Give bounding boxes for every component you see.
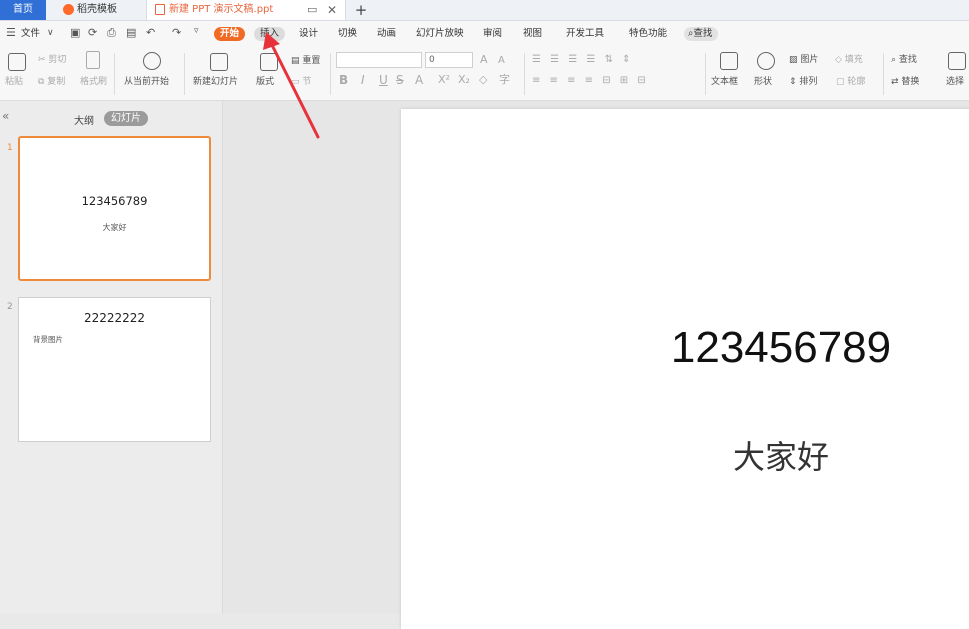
find-button[interactable]: ⌕ 查找 [891,54,917,66]
new-tab-button[interactable]: + [352,0,370,20]
superscript-icon[interactable]: X² [438,74,450,86]
menu-bar: ☰ 文件 ∨ ▣ ⟳ ⎙ ▤ ↶ ↷ ▿ 开始 插入 设计 切换 动画 幻灯片放… [0,21,969,47]
reset-button[interactable]: ▤ 重置 [291,55,320,67]
divider [705,53,706,95]
shape-icon[interactable] [757,52,775,70]
select-button[interactable]: 选择 [946,76,964,88]
paste-button[interactable]: 粘贴 [5,76,23,88]
subscript-icon[interactable]: X₂ [458,74,470,86]
play-from-current-button[interactable]: 从当前开始 [124,76,169,88]
print-icon[interactable]: ⎙ [107,26,116,40]
select-icon[interactable] [948,52,966,70]
monitor-icon[interactable]: ▭ [307,0,317,20]
slide-thumbnail-1[interactable]: 123456789 大家好 [18,136,211,281]
tab-document[interactable]: 新建 PPT 演示文稿.ppt ▭ ✕ [146,0,346,20]
outline-button[interactable]: ▢ 轮廓 [836,76,865,88]
thumb-title: 22222222 [83,311,146,325]
more-dropdown-icon[interactable]: ▿ [194,26,199,36]
char-spacing-icon[interactable]: 字 [499,74,510,86]
paste-icon[interactable] [8,53,26,71]
font-name-field[interactable] [336,52,422,68]
tab-template-label: 稻壳模板 [77,4,117,15]
arrange-button[interactable]: ⇕ 排列 [789,76,817,88]
format-painter-button[interactable]: 格式刷 [80,76,107,88]
docer-logo-icon [63,4,74,15]
replace-button[interactable]: ⇄ 替换 [891,76,919,88]
hamburger-menu-icon[interactable]: ☰ [6,26,16,39]
shape-button[interactable]: 形状 [754,76,772,88]
italic-icon[interactable]: I [361,74,365,86]
new-slide-button[interactable]: 新建幻灯片 [193,76,238,88]
thumb-title: 123456789 [81,194,148,208]
undo-icon[interactable]: ↶ [146,26,155,39]
slide-thumbnail-2[interactable]: 22222222 背景图片 [18,297,211,442]
cut-button[interactable]: ✂ 剪切 [38,54,66,66]
ppt-file-icon [155,4,165,15]
divider [330,53,331,95]
layout-icon[interactable] [260,53,278,71]
increase-font-icon[interactable]: A [480,54,488,66]
tab-template[interactable]: 稻壳模板 [58,0,144,20]
divider [114,53,115,95]
slide-editor-canvas: 123456789 大家好 [223,101,969,629]
slide-number: 1 [7,143,13,153]
slides-tab[interactable]: 幻灯片 [104,111,148,126]
preview-icon[interactable]: ▤ [126,26,136,39]
output-icon[interactable]: ⟳ [88,26,97,39]
paragraph-tools-row2[interactable]: ≡ ≡ ≡ ≡ ⊟ ⊞ ⊟ [532,75,649,87]
slide-subtitle[interactable]: 大家好 [401,432,969,478]
underline-icon[interactable]: U [379,74,388,86]
font-color-icon[interactable]: A [415,74,423,86]
strikethrough-icon[interactable]: S [396,74,404,86]
tab-animation[interactable]: 动画 [377,27,396,41]
tab-design[interactable]: 设计 [299,27,318,41]
clear-format-icon[interactable]: ◇ [479,74,487,86]
new-slide-icon[interactable] [210,53,228,71]
tab-special[interactable]: 特色功能 [629,27,667,41]
tab-view[interactable]: 视图 [523,27,542,41]
paragraph-tools-row1[interactable]: ☰ ☰ ☰ ☰ ⇅ ⇕ [532,54,634,66]
title-tab-bar: 首页 稻壳模板 新建 PPT 演示文稿.ppt ▭ ✕ + [0,0,969,21]
text-box-button[interactable]: 文本框 [711,76,738,88]
tab-review[interactable]: 审阅 [483,27,502,41]
tab-insert[interactable]: 插入 [254,27,286,41]
search-label: 查找 [693,28,713,39]
close-tab-icon[interactable]: ✕ [327,0,337,20]
current-slide[interactable]: 123456789 大家好 [401,109,969,629]
slide-panel: « 大纲 幻灯片 1 123456789 大家好 2 22222222 背景图片 [0,101,223,613]
divider [883,53,884,95]
layout-button[interactable]: 版式 [256,76,274,88]
text-box-icon[interactable] [720,52,738,70]
tab-start[interactable]: 开始 [214,27,246,41]
tab-document-label: 新建 PPT 演示文稿.ppt [169,4,274,15]
tab-developer[interactable]: 开发工具 [566,27,604,41]
slide-number: 2 [7,302,13,312]
thumb-subtitle: 背景图片 [33,335,63,344]
tab-slideshow[interactable]: 幻灯片放映 [416,27,464,41]
fill-button[interactable]: ◇ 填充 [835,54,863,66]
picture-button[interactable]: ▨ 图片 [789,54,818,66]
chevron-down-icon[interactable]: ∨ [47,28,54,38]
font-size-field[interactable]: 0 [425,52,473,68]
save-icon[interactable]: ▣ [70,26,80,39]
slide-title[interactable]: 123456789 [401,323,969,373]
thumb-subtitle: 大家好 [102,223,127,232]
tab-transition[interactable]: 切换 [338,27,357,41]
collapse-panel-icon[interactable]: « [2,109,9,123]
redo-icon[interactable]: ↷ [172,26,181,39]
tab-home[interactable]: 首页 [0,0,46,20]
outline-tab[interactable]: 大纲 [74,112,94,127]
search-button[interactable]: ⌕查找 [684,27,719,41]
divider [524,53,525,95]
ribbon-toolbar: 粘贴 ✂ 剪切 ⧉ 复制 格式刷 从当前开始 新建幻灯片 版式 ▤ 重置 ▭ 节… [0,47,969,101]
section-button[interactable]: ▭ 节 [291,76,311,88]
file-menu[interactable]: 文件 [21,27,40,41]
decrease-font-icon[interactable]: A [498,55,505,67]
copy-button[interactable]: ⧉ 复制 [38,76,65,88]
format-painter-icon[interactable] [86,51,100,69]
bold-icon[interactable]: B [339,74,348,86]
divider [184,53,185,95]
play-icon[interactable] [143,52,161,70]
